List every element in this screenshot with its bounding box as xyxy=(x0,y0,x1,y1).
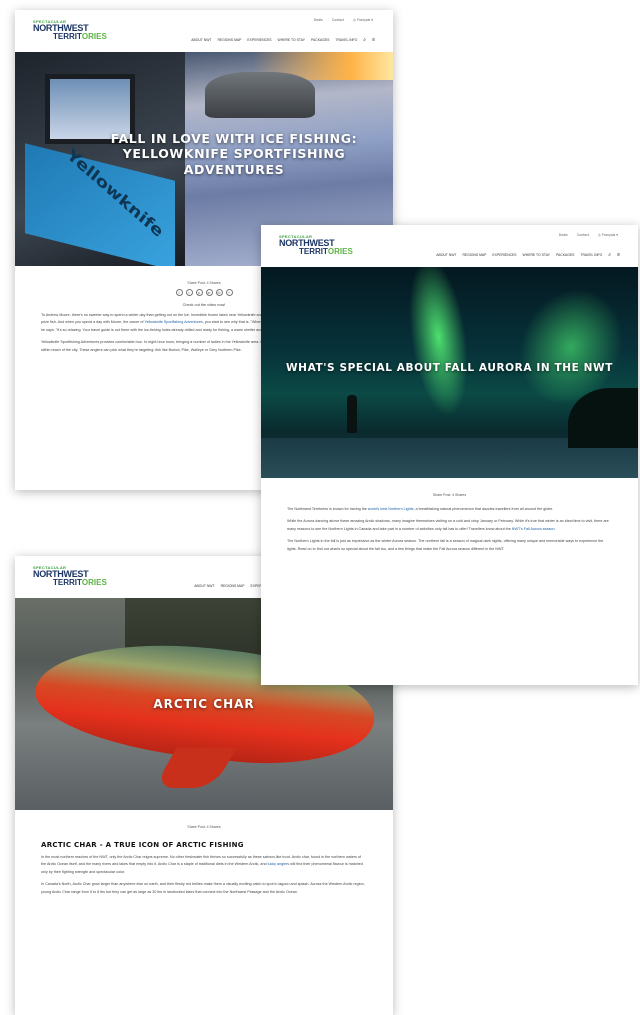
share-label: Share Post: 4 Shares xyxy=(187,825,221,829)
share-label: Share Post: 4 Shares xyxy=(432,493,467,497)
pinterest-icon[interactable]: p xyxy=(195,289,203,296)
page-title: ARCTIC CHAR xyxy=(153,696,255,711)
section-heading: ARCTIC CHAR - A TRUE ICON OF ARCTIC FISH… xyxy=(41,841,244,849)
article-body: ARCTIC CHAR - A TRUE ICON OF ARCTIC FISH… xyxy=(15,841,393,896)
utility-links: Deals Contact ◎ Français ▾ xyxy=(314,18,373,22)
nav-item-packages[interactable]: Packages xyxy=(556,253,574,257)
menu-icon[interactable]: ≡ xyxy=(617,252,620,258)
email-icon[interactable]: ✉ xyxy=(215,289,223,296)
util-link-contact[interactable]: Contact xyxy=(577,233,589,237)
search-icon[interactable]: ⌕ xyxy=(363,37,366,43)
facebook-icon[interactable]: f xyxy=(175,289,183,296)
nav-item-packages[interactable]: Packages xyxy=(311,38,329,42)
util-link-contact[interactable]: Contact xyxy=(332,18,344,22)
language-selector[interactable]: ◎ Français ▾ xyxy=(598,233,618,237)
nav-item-stay[interactable]: Where to Stay xyxy=(523,253,550,257)
site-header: SPECTACULAR NORTHWEST TERRITORIES Deals … xyxy=(15,10,393,52)
util-link-deals[interactable]: Deals xyxy=(314,18,323,22)
nav-item-travel[interactable]: Travel Info xyxy=(580,253,602,257)
util-link-deals[interactable]: Deals xyxy=(559,233,568,237)
anglers-link[interactable]: lucky anglers xyxy=(268,862,290,866)
nav-item-experiences[interactable]: Experiences xyxy=(492,253,516,257)
nwt-logo[interactable]: SPECTACULAR NORTHWEST TERRITORIES xyxy=(279,234,359,260)
nwt-logo[interactable]: SPECTACULAR NORTHWEST TERRITORIES xyxy=(33,19,113,45)
search-icon[interactable]: ⌕ xyxy=(608,252,611,258)
menu-icon[interactable]: ≡ xyxy=(372,37,375,43)
nwt-logo[interactable]: SPECTACULAR NORTHWEST TERRITORIES xyxy=(33,565,113,591)
share-label: Share Post: 4 Shares xyxy=(187,281,221,285)
utility-links: Deals Contact ◎ Français ▾ xyxy=(559,233,618,237)
operator-link[interactable]: Yellowknife Sportfishing Adventures xyxy=(144,320,202,324)
language-selector[interactable]: ◎ Français ▾ xyxy=(353,18,373,22)
article-card-fall-aurora: SPECTACULAR NORTHWEST TERRITORIES Deals … xyxy=(261,225,638,685)
nav-item-stay[interactable]: Where to Stay xyxy=(278,38,305,42)
main-nav: About NWT Regions Map Experiences Where … xyxy=(191,37,375,43)
nav-item-about[interactable]: About NWT xyxy=(194,584,214,588)
share-bar: Share Post: 4 Shares xyxy=(15,825,393,833)
nav-item-regions[interactable]: Regions Map xyxy=(462,253,486,257)
paragraph: In Canada's North, Arctic Char grow larg… xyxy=(41,882,365,894)
nav-item-experiences[interactable]: Experiences xyxy=(247,38,271,42)
nav-item-regions[interactable]: Regions Map xyxy=(221,584,245,588)
northern-lights-link[interactable]: world's best Northern Lights xyxy=(368,507,414,511)
twitter-icon[interactable]: t xyxy=(185,289,193,296)
nav-item-about[interactable]: About NWT xyxy=(436,253,456,257)
nav-item-regions[interactable]: Regions Map xyxy=(217,38,241,42)
paragraph: The Northern Lights in the fall is just … xyxy=(287,539,604,551)
paragraph: In the most northern reaches of the NWT,… xyxy=(41,855,363,874)
main-nav: About NWT Regions Map Experiences Where … xyxy=(436,252,620,258)
fall-aurora-link[interactable]: NWT's Fall Aurora season xyxy=(512,527,555,531)
share-icon[interactable]: + xyxy=(225,289,233,296)
hero-image-aurora: WHAT'S SPECIAL ABOUT FALL AURORA IN THE … xyxy=(261,267,638,478)
nav-item-about[interactable]: About NWT xyxy=(191,38,211,42)
linkedin-icon[interactable]: in xyxy=(205,289,213,296)
site-header: SPECTACULAR NORTHWEST TERRITORIES Deals … xyxy=(261,225,638,267)
page-title: FALL IN LOVE WITH ICE FISHING: YELLOWKNI… xyxy=(110,130,358,177)
share-bar: Share Post: 4 Shares xyxy=(261,493,638,501)
paragraph: The Northwest Territories is known for h… xyxy=(287,507,554,511)
paragraph: While the Aurora dancing above these ama… xyxy=(287,519,609,531)
page-title: WHAT'S SPECIAL ABOUT FALL AURORA IN THE … xyxy=(286,361,613,374)
article-body: The Northwest Territories is known for h… xyxy=(261,506,638,553)
nav-item-travel[interactable]: Travel Info xyxy=(335,38,357,42)
